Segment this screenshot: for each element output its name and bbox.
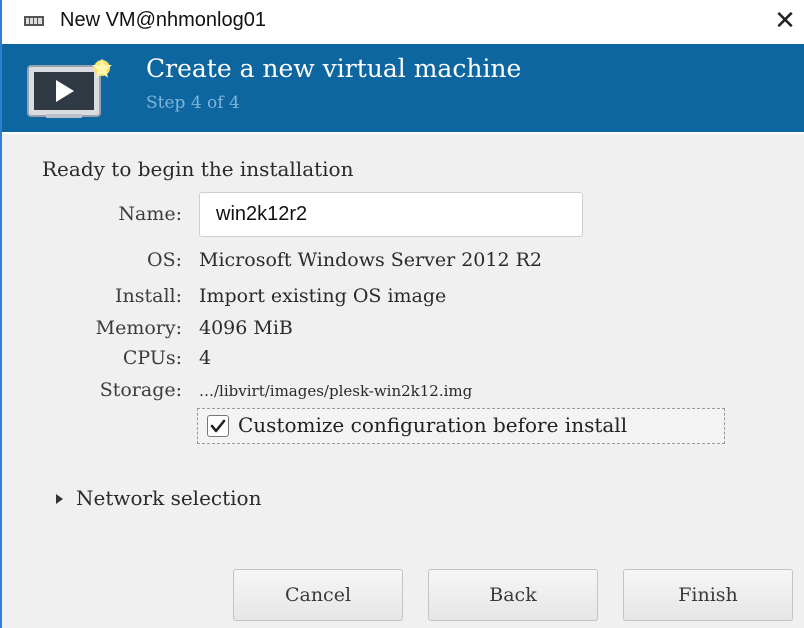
name-label: Name: (118, 203, 182, 225)
customize-checkbox[interactable]: Customize configuration before install (197, 408, 725, 444)
virt-manager-icon (24, 16, 44, 26)
checkbox-box[interactable] (207, 415, 229, 437)
wizard-heading: Create a new virtual machine (146, 54, 522, 83)
cpus-value: 4 (199, 347, 212, 369)
checkmark-icon (210, 419, 226, 433)
new-vm-dialog: New VM@nhmonlog01 ✕ Create a new virtual… (0, 0, 804, 628)
memory-value: 4096 MiB (199, 317, 293, 339)
os-label: OS: (147, 249, 182, 271)
window-title: New VM@nhmonlog01 (60, 9, 266, 31)
section-title: Ready to begin the installation (42, 157, 354, 181)
install-label: Install: (114, 285, 182, 307)
wizard-banner: Create a new virtual machine Step 4 of 4 (2, 44, 804, 132)
title-bar: New VM@nhmonlog01 ✕ (2, 0, 804, 44)
wizard-step: Step 4 of 4 (146, 93, 240, 113)
network-selection-label: Network selection (76, 486, 262, 510)
install-value: Import existing OS image (199, 285, 447, 307)
name-input[interactable]: win2k12r2 (199, 192, 583, 237)
close-icon[interactable]: ✕ (770, 6, 800, 36)
cpus-label: CPUs: (122, 347, 182, 369)
finish-button[interactable]: Finish (623, 569, 793, 621)
customize-label: Customize configuration before install (238, 413, 628, 437)
memory-label: Memory: (95, 317, 182, 339)
banner-divider (2, 132, 804, 134)
storage-label: Storage: (99, 379, 182, 401)
storage-value: …/libvirt/images/plesk-win2k12.img (199, 382, 473, 400)
new-vm-monitor-icon (27, 58, 112, 118)
cancel-button[interactable]: Cancel (233, 569, 403, 621)
os-value: Microsoft Windows Server 2012 R2 (199, 249, 542, 271)
expander-arrow-icon (56, 494, 63, 504)
back-button[interactable]: Back (428, 569, 598, 621)
